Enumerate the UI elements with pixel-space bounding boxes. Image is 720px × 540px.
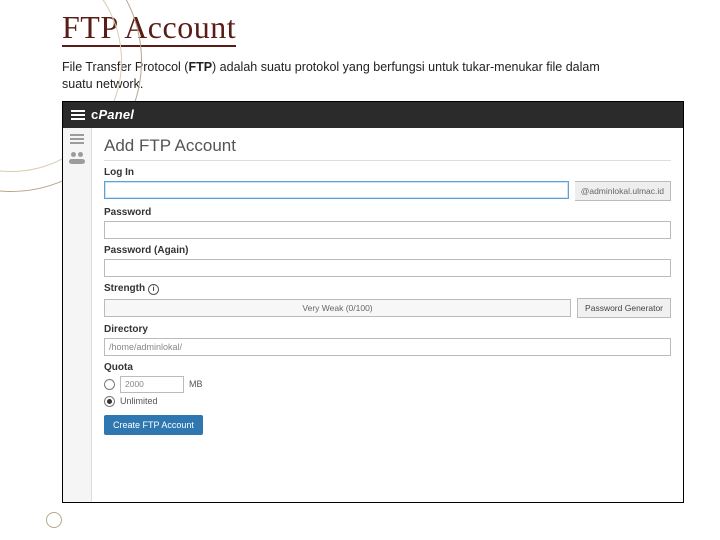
- quota-option-unlimited[interactable]: Unlimited: [104, 396, 671, 407]
- cpanel-screenshot: cPanel Add FTP Account Log In @adminloka…: [62, 101, 684, 503]
- sidebar: [63, 128, 92, 502]
- password-generator-button[interactable]: Password Generator: [577, 298, 671, 318]
- cpanel-topbar: cPanel: [63, 102, 683, 128]
- divider: [104, 160, 671, 161]
- cpanel-logo: cPanel: [91, 107, 134, 122]
- quota-unlimited-label: Unlimited: [120, 396, 158, 406]
- login-label: Log In: [104, 167, 671, 178]
- strength-meter: Very Weak (0/100): [104, 299, 571, 317]
- page-title: Add FTP Account: [104, 136, 671, 156]
- radio-icon-selected[interactable]: [104, 396, 115, 407]
- slide-subtitle: File Transfer Protocol (FTP) adalah suat…: [62, 59, 622, 93]
- brand-rest: Panel: [98, 107, 134, 122]
- password-input[interactable]: [104, 221, 671, 239]
- subtitle-bold: FTP: [188, 60, 212, 74]
- slide-title: FTP Account: [62, 10, 236, 47]
- slide-decoration-dot: [46, 512, 62, 528]
- login-input[interactable]: [104, 181, 569, 199]
- strength-label: Strengthi: [104, 283, 671, 295]
- quota-value-input[interactable]: 2000: [120, 376, 184, 393]
- menu-icon[interactable]: [71, 110, 85, 120]
- main-content: Add FTP Account Log In @adminlokal.ulmac…: [92, 128, 683, 502]
- sidebar-users-icon[interactable]: [69, 152, 85, 164]
- directory-input[interactable]: /home/adminlokal/: [104, 338, 671, 356]
- info-icon[interactable]: i: [148, 284, 159, 295]
- radio-icon[interactable]: [104, 379, 115, 390]
- strength-label-text: Strength: [104, 283, 145, 294]
- directory-label: Directory: [104, 324, 671, 335]
- quota-option-fixed[interactable]: 2000 MB: [104, 376, 671, 393]
- password-again-input[interactable]: [104, 259, 671, 277]
- create-ftp-account-button[interactable]: Create FTP Account: [104, 415, 203, 435]
- password-again-label: Password (Again): [104, 245, 671, 256]
- login-domain-addon: @adminlokal.ulmac.id: [575, 181, 671, 201]
- slide-decoration: [0, 0, 55, 540]
- subtitle-pre: File Transfer Protocol (: [62, 60, 188, 74]
- quota-unit: MB: [189, 379, 203, 389]
- sidebar-menu-icon[interactable]: [70, 134, 84, 144]
- quota-label: Quota: [104, 362, 671, 373]
- password-label: Password: [104, 207, 671, 218]
